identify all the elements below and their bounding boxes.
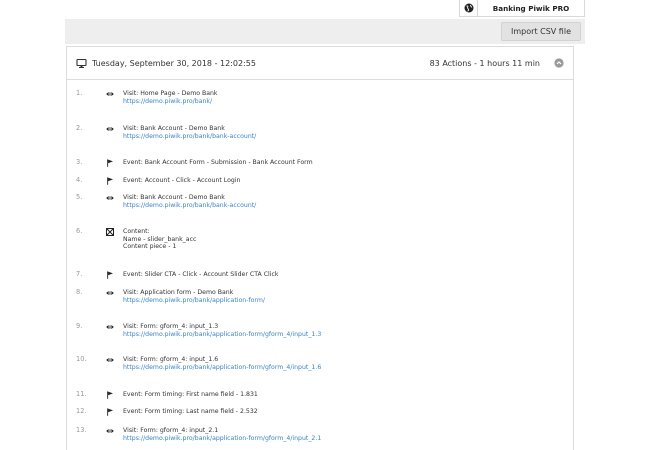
- collapse-icon[interactable]: [554, 58, 564, 68]
- content-line: Name - slider_bank_acc: [123, 235, 197, 243]
- toolbar: Import CSV file: [65, 19, 585, 44]
- action-details: Event: Bank Account Form - Submission - …: [123, 159, 313, 167]
- session-header: Tuesday, September 30, 2018 - 12:02:55 8…: [67, 47, 573, 80]
- import-csv-button[interactable]: Import CSV file: [501, 22, 581, 41]
- action-number: 12.: [76, 407, 87, 415]
- action-row: 2. Visit: Bank Account - Demo Bank https:/…: [67, 124, 573, 140]
- action-title: Visit: Form: gform_4: input_1.6: [123, 356, 219, 363]
- eye-icon: [105, 323, 115, 331]
- action-title: Event: Slider CTA - Click - Account Slid…: [123, 271, 279, 278]
- action-title: Visit: Form: gform_4: input_2.1: [123, 427, 219, 434]
- action-url-link[interactable]: https://demo.piwik.pro/bank/application-…: [123, 297, 265, 305]
- action-row: 11. Event: Form timing: First name field …: [67, 390, 573, 399]
- action-number: 9.: [76, 322, 83, 330]
- eye-icon: [105, 90, 115, 98]
- action-number: 13.: [76, 426, 87, 434]
- action-url-link[interactable]: https://demo.piwik.pro/bank/bank-account…: [123, 202, 256, 210]
- action-title: Visit: Form: gform_4: input_1.3: [123, 323, 219, 330]
- action-title: Event: Form timing: Last name field - 2.…: [123, 408, 258, 415]
- action-details: Event: Slider CTA - Click - Account Slid…: [123, 271, 278, 279]
- eye-icon: [105, 125, 115, 133]
- action-row: 3. Event: Bank Account Form - Submission …: [67, 158, 573, 167]
- action-number: 4.: [76, 176, 83, 184]
- eye-icon: [105, 427, 115, 435]
- action-title: Visit: Home Page - Demo Bank: [123, 90, 218, 97]
- action-row: 7. Event: Slider CTA - Click - Account Sl…: [67, 270, 573, 279]
- action-url-link[interactable]: https://demo.piwik.pro/bank/bank-account…: [123, 133, 256, 141]
- action-url-link[interactable]: https://demo.piwik.pro/bank/application-…: [123, 435, 321, 443]
- action-row: 8. Visit: Application form - Demo Bank htt…: [67, 288, 573, 304]
- action-title: Visit: Bank Account - Demo Bank: [123, 125, 225, 132]
- visitor-log-panel: Tuesday, September 30, 2018 - 12:02:55 8…: [66, 46, 574, 450]
- content-line: Content piece - 1: [123, 243, 177, 251]
- site-name: Banking Piwik PRO: [492, 3, 570, 13]
- action-details: Content: Name - slider_bank_acc Content pi…: [123, 228, 196, 251]
- flag-icon: [105, 408, 115, 416]
- action-row: 1. Visit: Home Page - Demo Bank https://de…: [67, 89, 573, 105]
- action-details: Event: Account - Click - Account Login: [123, 177, 240, 185]
- action-row: 10. Visit: Form: gform_4: input_1.6 https:…: [67, 355, 573, 371]
- action-details: Event: Form timing: First name field - 1…: [123, 391, 258, 399]
- action-details: Visit: Form: gform_4: input_1.3 https://d…: [123, 323, 321, 338]
- site-selector[interactable]: Banking Piwik PRO: [459, 0, 585, 17]
- action-details: Visit: Home Page - Demo Bank https://demo…: [123, 90, 218, 105]
- action-row: 9. Visit: Form: gform_4: input_1.3 https:/…: [67, 322, 573, 338]
- eye-icon: [105, 194, 115, 202]
- action-row: 6. Content: Name - slider_bank_acc Content …: [67, 227, 573, 251]
- globe-icon: [460, 0, 478, 16]
- action-number: 10.: [76, 355, 87, 363]
- session-summary: 83 Actions - 1 hours 11 min: [429, 58, 540, 68]
- action-details: Visit: Application form - Demo Bank https…: [123, 289, 265, 304]
- eye-icon: [105, 289, 115, 297]
- action-number: 8.: [76, 288, 83, 296]
- monitor-icon: [76, 58, 87, 69]
- action-details: Visit: Form: gform_4: input_1.6 https://d…: [123, 356, 321, 371]
- action-row: 4. Event: Account - Click - Account Login: [67, 176, 573, 185]
- content-box-icon: [105, 228, 115, 236]
- eye-icon: [105, 356, 115, 364]
- action-title: Visit: Application form - Demo Bank: [123, 289, 234, 296]
- flag-icon: [105, 391, 115, 399]
- action-title: Visit: Bank Account - Demo Bank: [123, 194, 225, 201]
- action-details: Visit: Bank Account - Demo Bank https://d…: [123, 194, 256, 209]
- content-line: Content:: [123, 228, 150, 235]
- flag-icon: [105, 271, 115, 279]
- action-row: 5. Visit: Bank Account - Demo Bank https:/…: [67, 193, 573, 209]
- action-details: Visit: Form: gform_4: input_2.1 https://d…: [123, 427, 321, 442]
- session-date: Tuesday, September 30, 2018 - 12:02:55: [92, 58, 256, 68]
- action-number: 1.: [76, 89, 83, 97]
- action-details: Event: Form timing: Last name field - 2.…: [123, 408, 258, 416]
- action-number: 11.: [76, 390, 87, 398]
- action-title: Event: Account - Click - Account Login: [123, 177, 241, 184]
- action-number: 5.: [76, 193, 83, 201]
- action-url-link[interactable]: https://demo.piwik.pro/bank/: [123, 98, 218, 106]
- action-url-link[interactable]: https://demo.piwik.pro/bank/application-…: [123, 331, 321, 339]
- action-number: 6.: [76, 227, 83, 235]
- flag-icon: [105, 159, 115, 167]
- action-number: 2.: [76, 124, 83, 132]
- action-title: Event: Bank Account Form - Submission - …: [123, 159, 313, 166]
- action-details: Visit: Bank Account - Demo Bank https://d…: [123, 125, 256, 140]
- flag-icon: [105, 177, 115, 185]
- action-title: Event: Form timing: First name field - 1…: [123, 391, 258, 398]
- action-row: 12. Event: Form timing: Last name field -…: [67, 407, 573, 416]
- action-number: 3.: [76, 158, 83, 166]
- top-bar: Banking Piwik PRO: [0, 0, 650, 17]
- action-url-link[interactable]: https://demo.piwik.pro/bank/application-…: [123, 364, 321, 372]
- action-row: 13. Visit: Form: gform_4: input_2.1 https:…: [67, 426, 573, 442]
- action-number: 7.: [76, 270, 83, 278]
